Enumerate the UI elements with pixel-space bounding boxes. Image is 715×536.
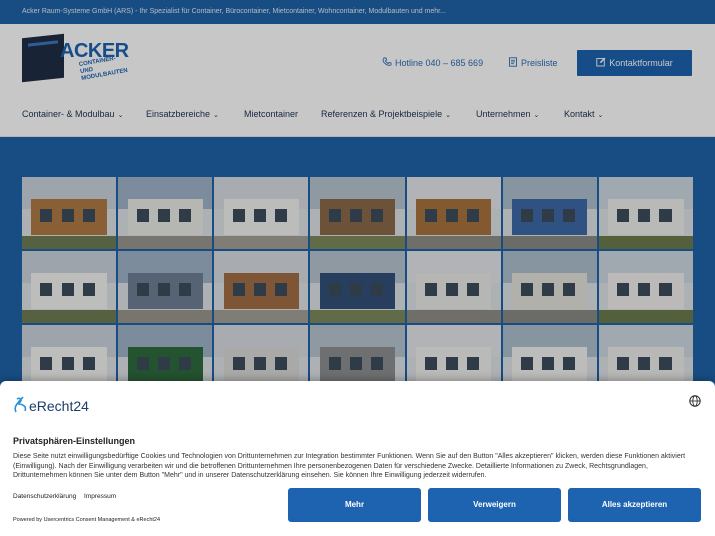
imprint-link[interactable]: Impressum	[84, 493, 116, 500]
deny-button[interactable]: Verweigern	[428, 488, 561, 522]
more-button[interactable]: Mehr	[288, 488, 421, 522]
consent-title: Privatsphären-Einstellungen	[13, 436, 136, 446]
erecht24-mark-icon	[14, 396, 27, 413]
language-globe-icon[interactable]	[689, 395, 701, 407]
consent-description: Diese Seite nutzt einwilligungsbedürftig…	[13, 453, 686, 479]
erecht24-logo: eRecht24	[13, 394, 89, 414]
consent-powered-by: Powered by Usercentrics Consent Manageme…	[13, 517, 161, 523]
accept-all-button[interactable]: Alles akzeptieren	[568, 488, 701, 522]
erecht24-brand: eRecht24	[29, 398, 89, 414]
consent-links: Datenschutzerklärung Impressum	[13, 493, 122, 500]
cookie-consent-banner: eRecht24 Privatsphären-Einstellungen Die…	[0, 381, 715, 536]
privacy-policy-link[interactable]: Datenschutzerklärung	[13, 493, 76, 500]
